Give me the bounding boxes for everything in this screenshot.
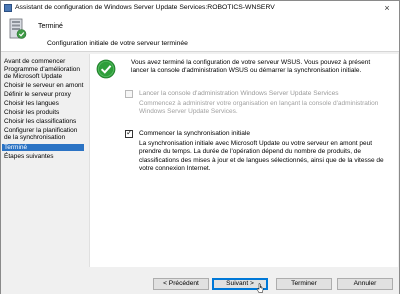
nav-item-serveur-proxy[interactable]: Définir le serveur proxy (2, 91, 84, 98)
content-panel: Vous avez terminé la configuration de vo… (89, 54, 398, 267)
nav-item-label-line2: de Microsoft Update (4, 73, 63, 81)
nav-item-serveur-amont[interactable]: Choisir le serveur en amont (2, 82, 84, 89)
start-sync-label: Commencer la synchronisation initiale (139, 130, 251, 137)
launch-console-description: Commencez à administrer votre organisati… (139, 100, 379, 116)
title-bar[interactable]: Assistant de configuration de Windows Se… (1, 1, 399, 15)
nav-item-label: Définir le serveur proxy (4, 91, 71, 98)
wizard-footer: < Précédent Suivant > Terminer Annuler (1, 267, 399, 294)
wizard-step-nav: Avant de commencer Programme d'améliorat… (1, 56, 85, 266)
finish-button[interactable]: Terminer (276, 278, 332, 290)
page-subheading: Configuration initiale de votre serveur … (47, 40, 188, 47)
nav-item-planification[interactable]: Configurer la planification de la synchr… (2, 127, 84, 142)
launch-console-label: Lancer la console d'administration Windo… (139, 90, 339, 97)
nav-item-langues[interactable]: Choisir les langues (2, 100, 84, 107)
nav-item-label: Configurer la planification (4, 127, 78, 134)
nav-item-avant-de-commencer[interactable]: Avant de commencer (2, 58, 84, 65)
nav-item-etapes-suivantes[interactable]: Étapes suivantes (2, 153, 84, 160)
page-heading: Terminé (38, 23, 63, 30)
previous-button[interactable]: < Précédent (153, 278, 209, 290)
nav-item-classifications[interactable]: Choisir les classifications (2, 118, 84, 125)
completion-summary: Vous avez terminé la configuration de vo… (131, 59, 371, 75)
wsus-server-icon (9, 18, 27, 39)
wizard-window: Assistant de configuration de Windows Se… (0, 0, 400, 294)
nav-item-label: Terminé (4, 144, 28, 151)
nav-item-label: Étapes suivantes (4, 153, 54, 160)
nav-item-label: Programme d'amélioration (4, 66, 81, 73)
window-title: Assistant de configuration de Windows Se… (15, 4, 275, 11)
nav-item-programme-amelioration[interactable]: Programme d'amélioration de Microsoft Up… (2, 66, 84, 81)
wizard-header: Terminé Configuration initiale de votre … (1, 15, 399, 52)
nav-item-label-line2: de la synchronisation (4, 134, 66, 142)
nav-item-label: Choisir les produits (4, 109, 60, 116)
close-icon[interactable]: × (377, 1, 397, 15)
checkmark-icon: ✓ (126, 128, 133, 137)
start-sync-checkbox[interactable]: ✓ (125, 128, 133, 138)
nav-item-label: Choisir les classifications (4, 118, 77, 125)
start-sync-description: La synchronisation initiale avec Microso… (139, 140, 384, 173)
cancel-button[interactable]: Annuler (337, 278, 393, 290)
wsus-app-icon (4, 4, 12, 12)
nav-item-label: Avant de commencer (4, 58, 66, 65)
launch-console-checkbox[interactable] (125, 90, 133, 98)
nav-item-termine[interactable]: Terminé (2, 144, 84, 152)
nav-item-produits[interactable]: Choisir les produits (2, 109, 84, 116)
success-check-icon (96, 59, 116, 79)
nav-item-label: Choisir le serveur en amont (4, 82, 84, 89)
mouse-cursor-icon (256, 283, 264, 293)
nav-item-label: Choisir les langues (4, 100, 59, 107)
